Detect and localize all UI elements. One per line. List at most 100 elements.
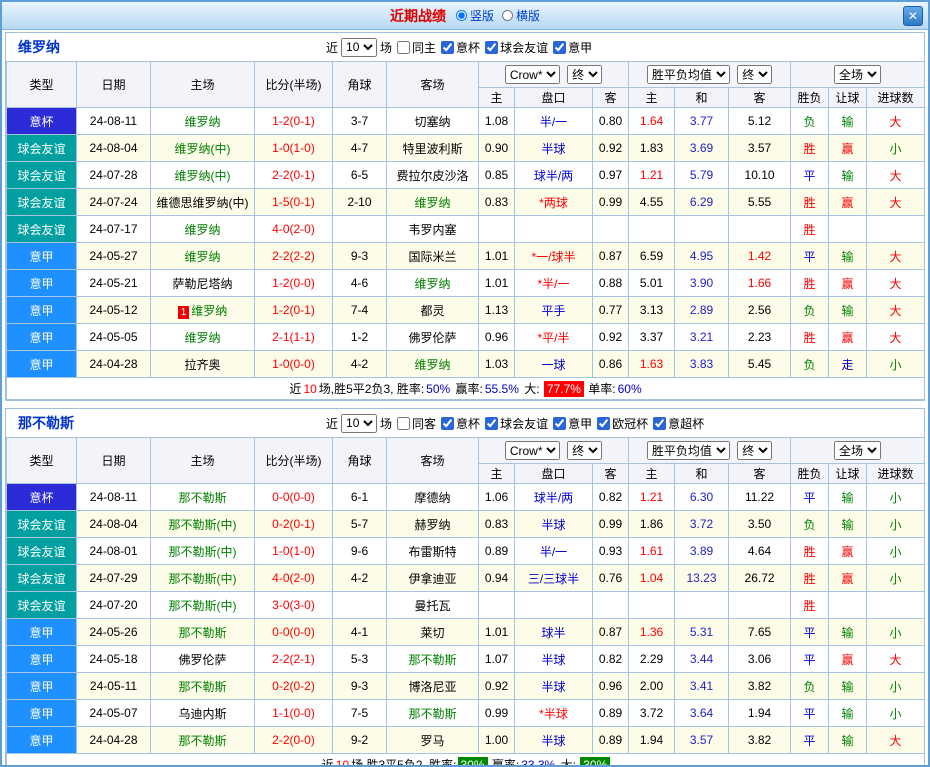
horizontal-layout-radio[interactable] — [502, 10, 513, 21]
checkbox-input[interactable] — [653, 416, 667, 430]
away-team-link[interactable]: 切塞纳 — [414, 115, 450, 129]
home-team-link[interactable]: 乌迪内斯 — [178, 707, 226, 721]
checkbox-input[interactable] — [397, 416, 411, 430]
score: 0-2(0-1) — [254, 510, 333, 538]
away-team-link[interactable]: 伊拿迪亚 — [408, 572, 456, 586]
home-team-link[interactable]: 那不勒斯 — [178, 734, 226, 748]
away-team-link[interactable]: 摩德纳 — [414, 491, 450, 505]
away-team-link[interactable]: 维罗纳 — [414, 358, 450, 372]
avg-odds: 1.21 — [628, 483, 676, 511]
home-team-link[interactable]: 那不勒斯 — [178, 680, 226, 694]
scope-select[interactable]: 全场 — [834, 65, 882, 84]
recent-count-select[interactable]: 10 — [341, 37, 378, 57]
handicap-result: 输 — [828, 726, 868, 754]
away-team-link[interactable]: 维罗纳 — [414, 196, 450, 210]
goals-result — [866, 215, 926, 243]
away-team-link[interactable]: 博洛尼亚 — [408, 680, 456, 694]
away-team-link[interactable]: 赫罗纳 — [414, 518, 450, 532]
matches-table: 类型 日期 主场 比分(半场) 角球 客场 Crow* 终 胜平负均值 终 全场… — [5, 61, 926, 400]
col-header-date: 日期 — [76, 61, 151, 108]
avg-odds: 1.04 — [628, 564, 676, 592]
odds-time-select[interactable]: 终 — [567, 441, 603, 460]
home-team-link[interactable]: 维罗纳 — [184, 250, 220, 264]
home-team-link[interactable]: 维德思维罗纳(中) — [157, 196, 249, 210]
checkbox-label: 意杯 — [456, 40, 481, 55]
home-team-link[interactable]: 佛罗伦萨 — [178, 653, 226, 667]
goals-result: 大 — [866, 269, 926, 297]
goals-result: 小 — [866, 510, 926, 538]
home-cell-content: 维罗纳(中) — [175, 142, 231, 156]
close-icon[interactable]: ✕ — [903, 6, 923, 26]
away-team-link[interactable]: 都灵 — [420, 304, 444, 318]
handicap-result: 赢 — [828, 188, 868, 216]
filter-checkbox[interactable]: 意超杯 — [648, 415, 704, 432]
col-header-corner: 角球 — [332, 61, 387, 108]
avg-odds: 4.64 — [728, 537, 792, 565]
checkbox-input[interactable] — [397, 40, 411, 54]
match-row: 球会友谊 24-07-28 维罗纳(中) 2-2(0-1) 6-5 费拉尔皮沙洛 0.85 球… — [6, 161, 926, 189]
home-team-link[interactable]: 维罗纳 — [191, 304, 227, 318]
away-team-link[interactable]: 国际米兰 — [408, 250, 456, 264]
summary-segment: 单率: — [584, 382, 616, 396]
recent-count-select[interactable]: 10 — [341, 413, 378, 433]
checkbox-input[interactable] — [485, 416, 499, 430]
filter-checkbox[interactable]: 同客 — [392, 415, 436, 432]
checkbox-input[interactable] — [553, 40, 567, 54]
home-team-link[interactable]: 萨勒尼塔纳 — [172, 277, 232, 291]
checkbox-input[interactable] — [441, 416, 455, 430]
window-title: 近期战绩 — [389, 7, 446, 24]
away-team-link[interactable]: 维罗纳 — [414, 277, 450, 291]
checkbox-input[interactable] — [597, 416, 611, 430]
home-team-link[interactable]: 那不勒斯(中) — [169, 599, 237, 613]
home-team-link[interactable]: 那不勒斯 — [178, 491, 226, 505]
odds-home: 0.83 — [478, 188, 515, 216]
checkbox-input[interactable] — [485, 40, 499, 54]
result: 胜 — [790, 215, 830, 243]
home-team-link[interactable]: 维罗纳 — [184, 331, 220, 345]
score: 2-2(0-0) — [254, 726, 333, 754]
vertical-layout-label[interactable]: 竖版 — [470, 7, 494, 24]
checkbox-input[interactable] — [441, 40, 455, 54]
odds-source-select[interactable]: Crow* — [504, 65, 560, 84]
home-team-link[interactable]: 那不勒斯(中) — [169, 545, 237, 559]
filter-checkbox[interactable]: 意杯 — [436, 39, 480, 56]
home-team-link[interactable]: 那不勒斯 — [178, 626, 226, 640]
filter-checkbox[interactable]: 意甲 — [548, 39, 592, 56]
filter-checkbox[interactable]: 欧冠杯 — [592, 415, 648, 432]
away-team-link[interactable]: 那不勒斯 — [408, 707, 456, 721]
home-team-link[interactable]: 那不勒斯(中) — [169, 572, 237, 586]
avg-source-select[interactable]: 胜平负均值 — [646, 441, 730, 460]
away-team-link[interactable]: 布雷斯特 — [408, 545, 456, 559]
away-team-link[interactable]: 韦罗内塞 — [408, 223, 456, 237]
away-team-link[interactable]: 费拉尔皮沙洛 — [396, 169, 468, 183]
goals-result: 大 — [866, 323, 926, 351]
away-team-link[interactable]: 莱切 — [420, 626, 444, 640]
horizontal-layout-label[interactable]: 横版 — [516, 7, 540, 24]
home-team-link[interactable]: 维罗纳(中) — [175, 169, 231, 183]
away-team-link[interactable]: 罗马 — [420, 734, 444, 748]
vertical-layout-radio[interactable] — [455, 10, 467, 21]
avg-time-select[interactable]: 终 — [737, 65, 773, 84]
avg-source-select[interactable]: 胜平负均值 — [646, 65, 730, 84]
filter-checkbox[interactable]: 球会友谊 — [480, 415, 548, 432]
avg-time-select[interactable]: 终 — [737, 441, 773, 460]
odds-home: 1.06 — [478, 483, 515, 511]
corners: 4-2 — [332, 350, 387, 378]
odds-time-select[interactable]: 终 — [567, 65, 603, 84]
odds-source-select[interactable]: Crow* — [504, 441, 560, 460]
filter-checkbox[interactable]: 同主 — [392, 39, 436, 56]
home-team-link[interactable]: 拉齐奥 — [184, 358, 220, 372]
home-team-link[interactable]: 维罗纳 — [184, 115, 220, 129]
filter-checkbox[interactable]: 球会友谊 — [480, 39, 548, 56]
home-team-link[interactable]: 维罗纳 — [184, 223, 220, 237]
home-team-link[interactable]: 维罗纳(中) — [175, 142, 231, 156]
home-team-link[interactable]: 那不勒斯(中) — [169, 518, 237, 532]
away-team-link[interactable]: 那不勒斯 — [408, 653, 456, 667]
filter-checkbox[interactable]: 意甲 — [548, 415, 592, 432]
checkbox-input[interactable] — [553, 416, 567, 430]
filter-checkbox[interactable]: 意杯 — [436, 415, 480, 432]
away-team-link[interactable]: 曼托瓦 — [414, 599, 450, 613]
away-team-link[interactable]: 佛罗伦萨 — [408, 331, 456, 345]
scope-select[interactable]: 全场 — [834, 441, 882, 460]
away-team-link[interactable]: 特里波利斯 — [402, 142, 462, 156]
